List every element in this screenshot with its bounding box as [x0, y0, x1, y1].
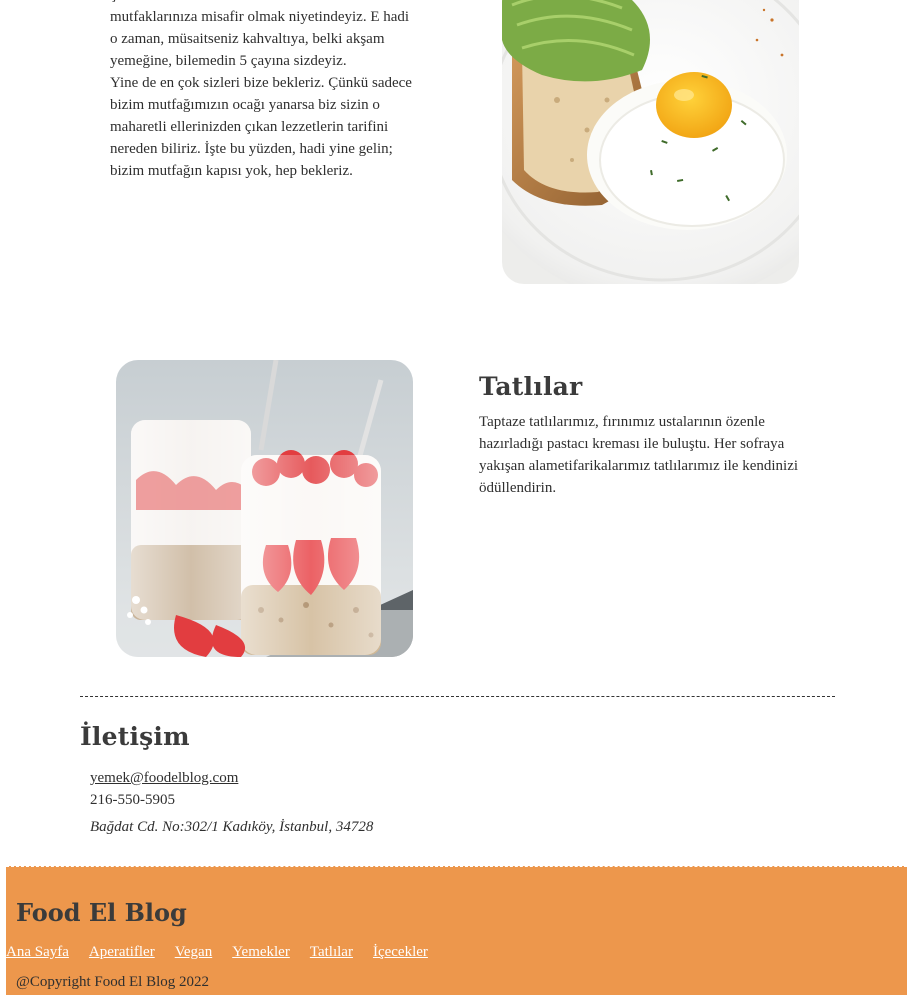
- contact-email-link[interactable]: yemek@foodelblog.com: [90, 770, 238, 787]
- desserts-title: Tatlılar: [479, 372, 583, 401]
- strawberry-jars-illustration: [116, 360, 413, 657]
- footer-title: Food El Blog: [16, 898, 187, 927]
- intro-line-5: bizim mutfağımızın ocağı yanarsa biz siz…: [110, 97, 380, 113]
- footer-nav-meals[interactable]: Yemekler: [232, 944, 290, 961]
- contact-address: Bağdat Cd. No:302/1 Kadıköy, İstanbul, 3…: [90, 819, 374, 835]
- intro-line-3: yemeğine, bilemedin 5 çayına sizdeyiz.: [110, 53, 347, 69]
- footer-nav-desserts[interactable]: Tatlılar: [310, 944, 353, 961]
- intro-line-6: maharetli ellerinizden çıkan lezzetlerin…: [110, 119, 389, 135]
- avocado-toast-egg-illustration: [502, 0, 799, 284]
- desserts-description: Taptaze tatlılarımız, fırınımız ustaları…: [479, 414, 799, 496]
- breakfast-photo: [502, 0, 799, 284]
- footer-nav-home[interactable]: Ana Sayfa: [6, 944, 69, 961]
- intro-line-2: o zaman, müsaitseniz kahvaltıya, belki a…: [110, 31, 385, 47]
- footer-nav-vegan[interactable]: Vegan: [175, 944, 213, 961]
- intro-text: ç mutfaklarınıza misafir olmak niyetinde…: [110, 0, 438, 182]
- footer: Food El Blog Ana Sayfa Aperatifler Vegan…: [6, 866, 907, 995]
- intro-line-7: nereden biliriz. İşte bu yüzden, hadi yi…: [110, 141, 393, 157]
- copyright-text: @Copyright Food El Blog 2022: [16, 974, 209, 990]
- dessert-photo: [116, 360, 413, 657]
- intro-line-4: Yine de en çok sizleri bize bekleriz. Çü…: [110, 75, 412, 91]
- footer-nav: Ana Sayfa Aperatifler Vegan Yemekler Tat…: [6, 944, 428, 961]
- contact-title: İletişim: [80, 722, 190, 751]
- intro-line-8: bizim mutfağın kapısı yok, hep bekleriz.: [110, 163, 353, 179]
- intro-line-1: mutfaklarınıza misafir olmak niyetindeyi…: [110, 9, 410, 25]
- footer-nav-appetizers[interactable]: Aperatifler: [89, 944, 155, 961]
- footer-nav-drinks[interactable]: İçecekler: [373, 944, 428, 961]
- contact-divider: [80, 696, 835, 697]
- contact-phone: 216-550-5905: [90, 792, 175, 808]
